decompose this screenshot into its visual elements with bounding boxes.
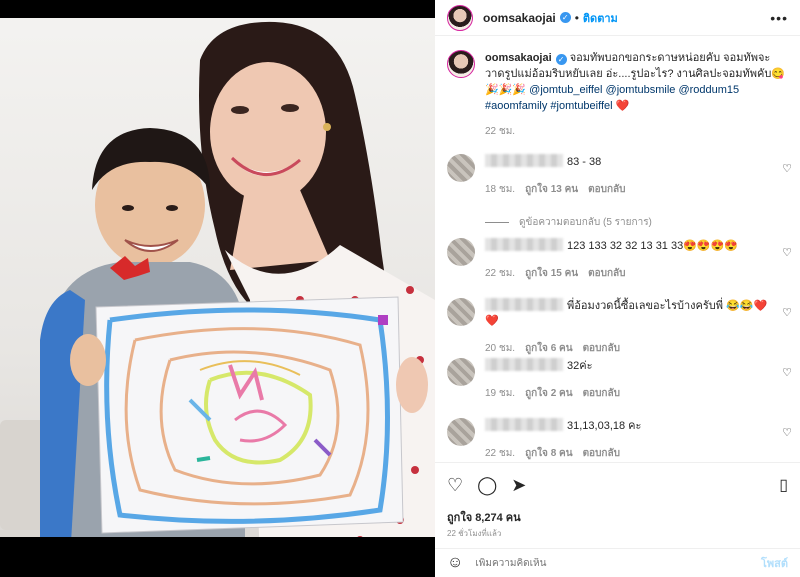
comment-like-icon[interactable]: ♡ <box>782 306 792 319</box>
separator-dot: • <box>574 10 579 25</box>
reply-button[interactable]: ตอบกลับ <box>588 184 625 195</box>
follow-button[interactable]: ติดตาม <box>583 9 618 27</box>
avatar[interactable] <box>447 4 473 31</box>
comment-time: 19 ชม. <box>485 388 516 399</box>
comment-likes[interactable]: ถูกใจ 13 คน <box>525 184 578 195</box>
comment-likes[interactable]: ถูกใจ 6 คน <box>525 343 573 354</box>
share-icon[interactable]: ➤ <box>511 475 526 495</box>
comment-text: 123 133 32 32 13 31 33😍😍😍😍 <box>567 240 739 252</box>
replies-line <box>485 221 509 223</box>
comment-likes[interactable]: ถูกใจ 8 คน <box>525 448 573 459</box>
comment-avatar[interactable] <box>447 358 475 386</box>
comment-item: พี่อ้อมงวดนี้ซื้อเลขอะไรบ้างครับพี่ 😂😂❤️… <box>435 298 800 358</box>
blurred-username <box>485 154 563 167</box>
comment-item: 32ค่ะ 19 ชม. ถูกใจ 2 คน ตอบกลับ ♡ <box>435 358 800 418</box>
blurred-username <box>485 238 563 251</box>
likes-count[interactable]: ถูกใจ 8,274 คน <box>447 508 521 526</box>
post-actions: ♡ ◯ ➤ ▯ ถูกใจ 8,274 คน 22 ชั่วโมงที่แล้ว <box>435 462 800 548</box>
comment-like-icon[interactable]: ♡ <box>782 426 792 439</box>
comments-scroll-area[interactable]: oomsakaojai ✓ จอมทัพบอกขอกระดาษหน่อยคับ จ… <box>435 36 800 462</box>
comment-avatar[interactable] <box>447 238 475 266</box>
comment-text: 31,13,03,18 คะ <box>567 420 642 432</box>
comment-text: 32ค่ะ <box>567 360 593 372</box>
blurred-username <box>485 298 563 311</box>
post-comment-button[interactable]: โพสต์ <box>761 554 788 572</box>
post-time-ago: 22 ชั่วโมงที่แล้ว <box>447 529 502 538</box>
comment-like-icon[interactable]: ♡ <box>782 162 792 175</box>
caption-time: 22 ชม. <box>485 126 516 137</box>
comment-time: 20 ชม. <box>485 343 516 354</box>
photo-top-bar <box>0 0 435 18</box>
comment-item: 83 - 38 18 ชม. ถูกใจ 13 คน ตอบกลับ ♡ <box>435 154 800 214</box>
comment-time: 18 ชม. <box>485 184 516 195</box>
caption: oomsakaojai ✓ จอมทัพบอกขอกระดาษหน่อยคับ จ… <box>435 36 800 140</box>
reply-button[interactable]: ตอบกลับ <box>583 388 620 399</box>
comment-avatar[interactable] <box>447 418 475 446</box>
caption-username[interactable]: oomsakaojai <box>485 52 552 64</box>
add-comment-bar: ☺ โพสต์ <box>435 548 800 577</box>
comment-avatar[interactable] <box>447 298 475 326</box>
username-link[interactable]: oomsakaojai <box>483 11 556 25</box>
post-photo <box>0 0 435 577</box>
post-panel: oomsakaojai ✓ • ติดตาม ••• oomsakaojai ✓ … <box>435 0 800 577</box>
comment-item: 123 133 32 32 13 31 33😍😍😍😍 22 ชม. ถูกใจ 1… <box>435 238 800 298</box>
photo-bottom-bar <box>0 537 435 577</box>
comment-time: 22 ชม. <box>485 448 516 459</box>
comment-likes[interactable]: ถูกใจ 15 คน <box>525 268 578 279</box>
verified-badge-icon: ✓ <box>555 54 567 65</box>
reply-button[interactable]: ตอบกลับ <box>583 448 620 459</box>
comment-input[interactable] <box>475 557 736 569</box>
comment-item: 31,13,03,18 คะ 22 ชม. ถูกใจ 8 คน ตอบกลับ ♡ <box>435 418 800 462</box>
blurred-username <box>485 358 563 371</box>
reply-button[interactable]: ตอบกลับ <box>583 343 620 354</box>
comment-icon[interactable]: ◯ <box>477 475 497 495</box>
comment-text: 83 - 38 <box>567 156 602 168</box>
post-header: oomsakaojai ✓ • ติดตาม ••• <box>435 0 800 36</box>
more-horizontal-icon[interactable]: ••• <box>770 10 788 26</box>
caption-body: oomsakaojai ✓ จอมทัพบอกขอกระดาษหน่อยคับ จ… <box>485 50 788 140</box>
comment-likes[interactable]: ถูกใจ 2 คน <box>525 388 573 399</box>
caption-avatar[interactable] <box>447 50 475 78</box>
photo-illustration <box>40 21 435 560</box>
bookmark-icon[interactable]: ▯ <box>779 475 788 495</box>
comment-avatar[interactable] <box>447 154 475 182</box>
comment-like-icon[interactable]: ♡ <box>782 366 792 379</box>
reply-button[interactable]: ตอบกลับ <box>588 268 625 279</box>
smiley-icon[interactable]: ☺ <box>447 554 463 572</box>
heart-emoji: ❤️ <box>615 100 630 112</box>
blurred-username <box>485 418 563 431</box>
heart-icon[interactable]: ♡ <box>447 475 463 495</box>
verified-badge-icon: ✓ <box>559 12 571 23</box>
view-replies-label[interactable]: ดูข้อความตอบกลับ (5 รายการ) <box>519 215 652 230</box>
comment-like-icon[interactable]: ♡ <box>782 246 792 259</box>
comment-time: 22 ชม. <box>485 268 516 279</box>
